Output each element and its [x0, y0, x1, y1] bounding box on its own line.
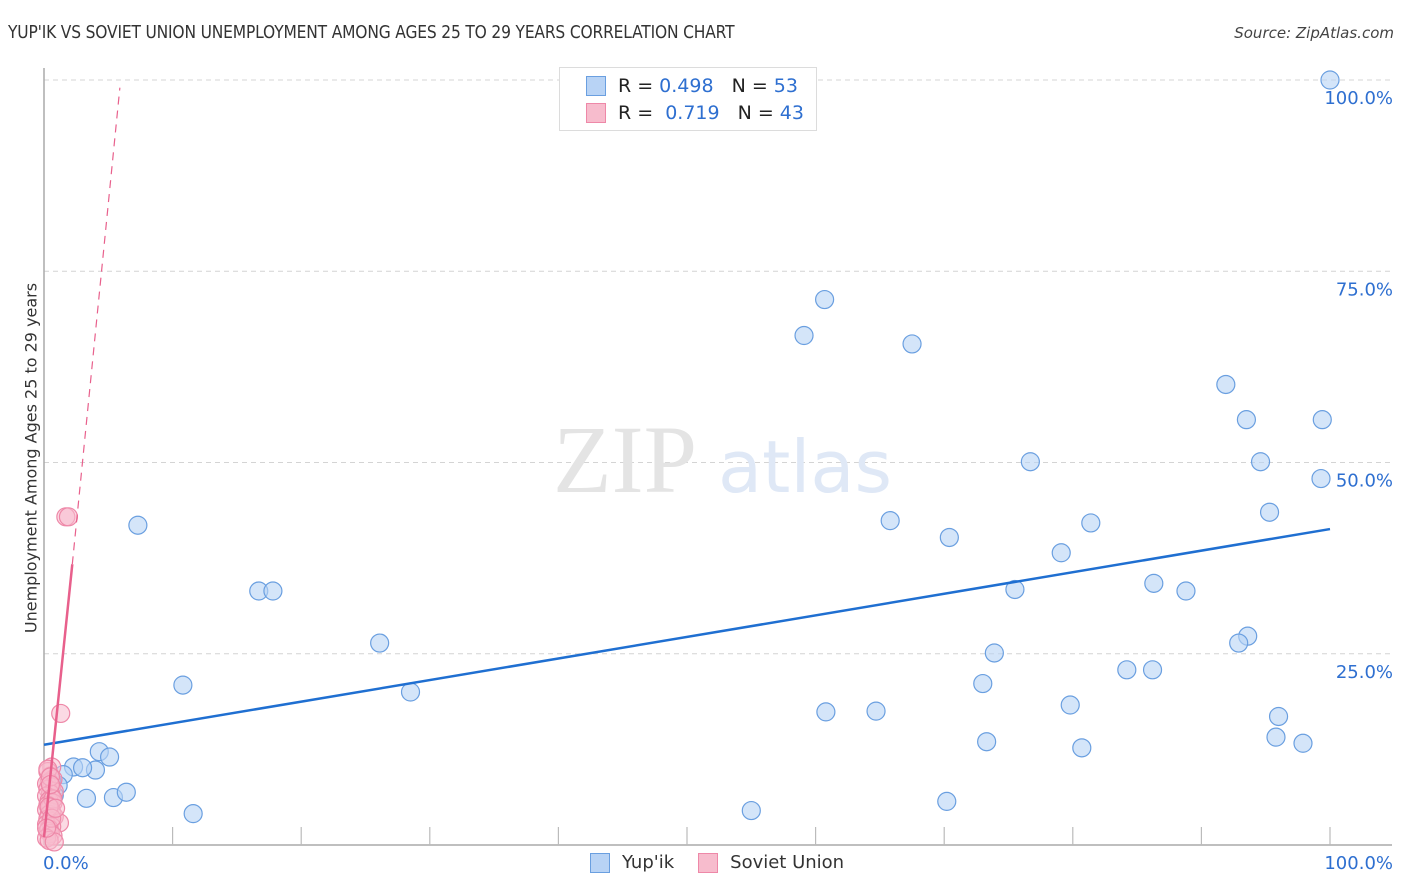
- legend-item-soviet-union[interactable]: Soviet Union: [698, 852, 844, 873]
- yupik-point: [937, 791, 957, 811]
- yupik-point: [794, 325, 814, 346]
- yupik-point: [1311, 468, 1331, 489]
- yupik-point: [173, 675, 193, 695]
- legend-n-value: 53: [773, 75, 798, 97]
- soviet-union-trend-extension: [71, 87, 121, 565]
- y-tick-label: 75.0%: [1336, 279, 1393, 300]
- y-tick-label: 100.0%: [1324, 88, 1393, 109]
- yupik-point: [815, 289, 835, 310]
- x-tick-label: 0.0%: [43, 853, 89, 874]
- y-axis-label: Unemployment Among Ages 25 to 29 years: [21, 282, 41, 634]
- yupik-point: [984, 643, 1004, 663]
- yupik-swatch: [590, 852, 610, 873]
- legend-r-value: 0.498: [659, 75, 714, 97]
- yupik-point: [99, 747, 120, 767]
- yupik-point: [973, 673, 993, 694]
- yupik-point: [1117, 660, 1137, 680]
- soviet-union-swatch: [586, 103, 606, 123]
- yupik-point: [1268, 706, 1289, 727]
- soviet-union-point: [58, 507, 79, 527]
- yupik-point: [1072, 738, 1092, 758]
- yupik-point: [816, 702, 836, 722]
- scatter-chart: ZIP atlas 25.0% 50.0% 75.0% 100.0% 0.0% 100.0…: [36, 68, 1393, 874]
- legend-r-value: 0.719: [659, 102, 720, 124]
- yupik-point: [866, 701, 886, 721]
- yupik-point: [1229, 633, 1249, 653]
- yupik-point: [76, 788, 97, 808]
- yupik-point: [902, 334, 922, 354]
- yupik-point: [72, 758, 93, 778]
- legend-item-yupik[interactable]: Yup'ik: [590, 852, 674, 873]
- yupik-point: [1142, 660, 1163, 680]
- legend-n-value: 43: [779, 102, 804, 124]
- legend-n-label: N =: [737, 102, 774, 124]
- legend-label: Yup'ik: [622, 852, 675, 873]
- y-tick-label: 50.0%: [1336, 471, 1393, 492]
- yupik-point: [370, 633, 390, 653]
- yupik-point: [880, 511, 900, 531]
- yupik-point: [741, 800, 761, 821]
- yupik-point: [1176, 581, 1196, 601]
- watermark: ZIP atlas: [553, 406, 892, 513]
- watermark-atlas: atlas: [718, 425, 892, 509]
- yupik-point: [1051, 543, 1071, 563]
- legend-label: Soviet Union: [730, 852, 845, 873]
- yupik-point: [1266, 727, 1286, 747]
- yupik-point: [1259, 502, 1280, 522]
- yupik-point: [939, 527, 959, 548]
- yupik-point: [116, 782, 136, 802]
- legend-n-label: N =: [731, 75, 768, 97]
- series-legend: Yup'ik Soviet Union: [590, 852, 868, 873]
- yupik-trend-line: [43, 527, 1331, 747]
- yupik-point: [183, 804, 203, 824]
- yupik-point: [128, 515, 148, 535]
- watermark-zip: ZIP: [553, 406, 697, 513]
- yupik-point: [977, 732, 997, 752]
- legend-r-label: R =: [618, 75, 654, 97]
- yupik-point: [1081, 513, 1101, 533]
- yupik-point: [1312, 410, 1332, 430]
- legend-row-yupik: R = 0.498 N = 53: [586, 74, 798, 98]
- legend-row-soviet-union: R = 0.719 N = 43: [586, 101, 804, 125]
- yupik-point: [263, 581, 283, 601]
- yupik-point: [1020, 452, 1040, 472]
- soviet-union-point: [45, 798, 66, 818]
- y-tick-label: 25.0%: [1336, 662, 1393, 683]
- x-tick-label: 100.0%: [1324, 853, 1393, 874]
- yupik-swatch: [586, 76, 606, 96]
- yupik-point: [1216, 374, 1236, 395]
- soviet-union-point: [51, 703, 71, 724]
- yupik-point: [1250, 452, 1271, 472]
- yupik-point: [1060, 695, 1080, 715]
- correlation-legend: R = 0.498 N = 53 R = 0.719 N = 43: [559, 67, 817, 131]
- gridlines: [44, 79, 1392, 655]
- yupik-point: [1144, 573, 1164, 593]
- yupik-point: [1293, 733, 1313, 753]
- yupik-point: [1236, 410, 1257, 430]
- legend-r-label: R =: [618, 102, 654, 124]
- yupik-point: [400, 682, 421, 702]
- yupik-point: [1320, 70, 1340, 90]
- soviet-union-swatch: [698, 852, 719, 873]
